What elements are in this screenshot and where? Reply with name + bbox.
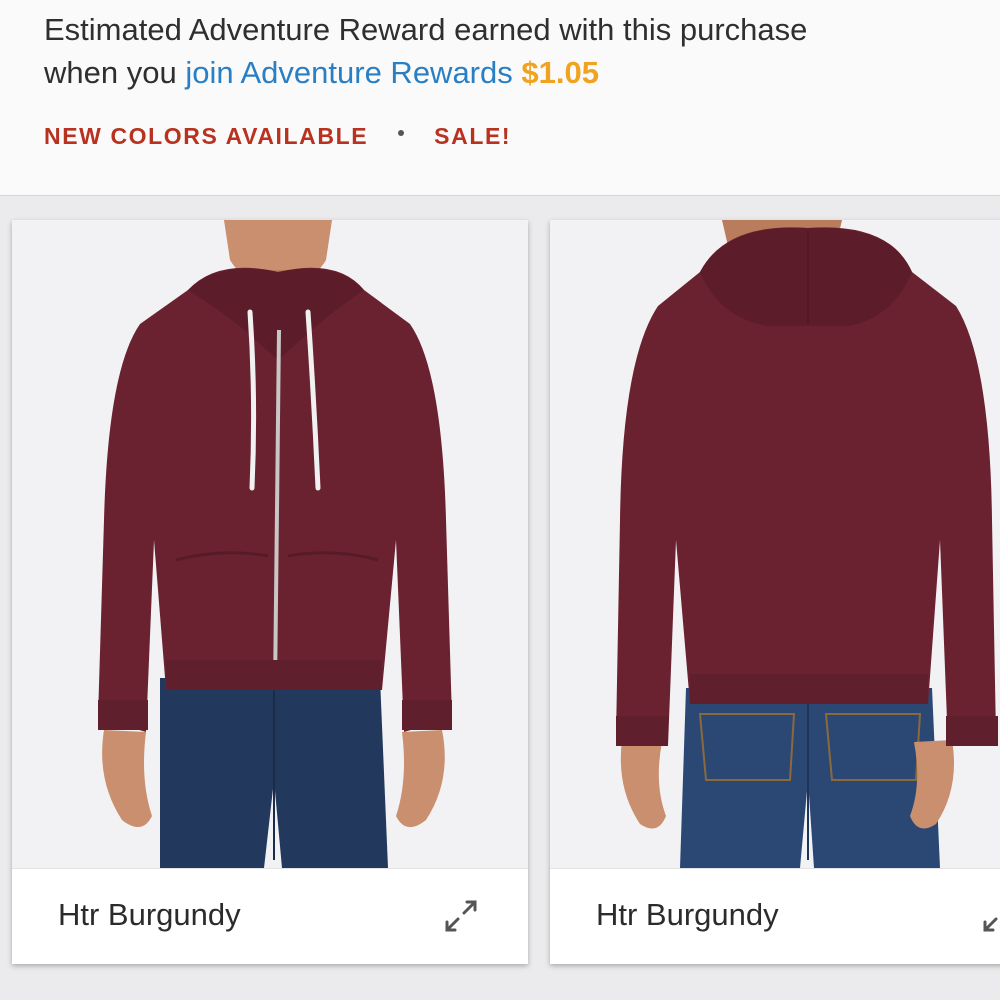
color-name-label: Htr Burgundy: [596, 897, 779, 932]
product-image-card-back[interactable]: Htr Burgundy: [550, 220, 1000, 964]
card-footer-back: Htr Burgundy: [550, 868, 1000, 964]
reward-amount: $1.05: [521, 55, 599, 90]
product-image-back[interactable]: [550, 220, 1000, 868]
reward-panel: Estimated Adventure Reward earned with t…: [0, 0, 1000, 196]
new-colors-badge: NEW COLORS AVAILABLE: [44, 122, 369, 149]
join-rewards-link[interactable]: join Adventure Rewards: [185, 55, 512, 90]
product-image-carousel[interactable]: Htr Burgundy Htr Burgundy: [0, 196, 1000, 1000]
product-image-card-front[interactable]: Htr Burgundy: [12, 220, 528, 964]
sale-badge: SALE!: [434, 122, 512, 149]
product-image-front[interactable]: [12, 220, 528, 868]
card-footer-front: Htr Burgundy: [12, 868, 528, 964]
expand-icon[interactable]: [442, 897, 480, 935]
color-name-label: Htr Burgundy: [58, 897, 241, 932]
reward-prefix: when you: [44, 55, 177, 90]
reward-line-1: Estimated Adventure Reward earned with t…: [44, 12, 808, 47]
product-badges: NEW COLORS AVAILABLE SALE!: [44, 121, 511, 151]
reward-message: Estimated Adventure Reward earned with t…: [44, 8, 984, 94]
badge-separator: [398, 130, 405, 136]
expand-icon[interactable]: [980, 897, 1000, 935]
